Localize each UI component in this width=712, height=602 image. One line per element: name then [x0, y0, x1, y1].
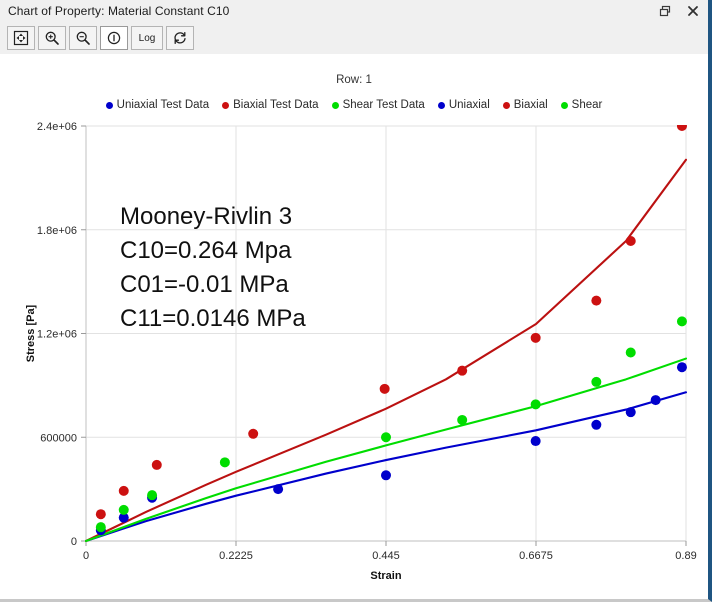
log-scale-label: Log — [138, 32, 156, 44]
data-point — [457, 414, 468, 425]
close-button[interactable] — [684, 2, 702, 20]
data-point — [676, 362, 687, 373]
y-tick-label: 0 — [71, 536, 77, 548]
annotation-line-0: Mooney-Rivlin 3 — [120, 203, 293, 230]
zoom-out-icon — [75, 30, 91, 46]
plot-svg: 0 600000 1.2e+06 1.8e+06 2.4e+06 0 0.2225 0.445… — [25, 121, 697, 582]
info-icon — [106, 30, 122, 46]
data-point — [219, 457, 230, 468]
x-axis-title: Strain — [370, 570, 401, 582]
plot-area[interactable]: 0 600000 1.2e+06 1.8e+06 2.4e+06 0 0.2225 0.445… — [0, 54, 708, 599]
data-point — [625, 235, 636, 246]
data-point — [381, 432, 391, 443]
y-tick-label: 1.2e+06 — [37, 329, 77, 341]
window-title: Chart of Property: Material Constant C10 — [8, 4, 230, 18]
close-icon — [687, 5, 699, 17]
zoom-in-icon — [44, 30, 60, 46]
zoom-in-button[interactable] — [38, 26, 66, 50]
restore-icon — [659, 5, 671, 17]
data-point — [379, 383, 390, 394]
annotation-line-3: C11=0.0146 MPa — [120, 305, 306, 333]
zoom-out-button[interactable] — [69, 26, 97, 50]
data-point — [273, 484, 284, 495]
log-scale-button[interactable]: Log — [131, 26, 163, 50]
chart-panel: Row: 1 Uniaxial Test Data Biaxial Test Da… — [0, 54, 708, 599]
data-point — [95, 509, 106, 520]
data-point — [95, 522, 106, 533]
restore-button[interactable] — [656, 2, 674, 20]
fit-icon — [13, 30, 29, 46]
data-point — [625, 407, 636, 418]
data-point — [530, 436, 541, 447]
data-point — [147, 490, 158, 501]
data-point — [625, 347, 636, 358]
data-point — [530, 399, 541, 410]
info-button[interactable] — [100, 26, 128, 50]
x-tick-label: 0.89 — [675, 550, 696, 562]
x-tick-label: 0.445 — [372, 550, 400, 562]
chart-toolbar: Log — [0, 22, 708, 54]
data-point — [591, 295, 602, 306]
data-point — [248, 428, 259, 439]
data-point — [151, 459, 162, 470]
fit-to-window-button[interactable] — [7, 26, 35, 50]
x-tick-label: 0 — [83, 550, 89, 562]
x-tick-label: 0.6675 — [519, 550, 553, 562]
data-point — [118, 504, 129, 515]
data-point — [381, 470, 391, 481]
y-tick-label: 2.4e+06 — [37, 121, 77, 133]
refresh-icon — [172, 30, 188, 46]
data-point — [676, 316, 687, 327]
data-point — [591, 419, 602, 430]
axis-ticks: 0 600000 1.2e+06 1.8e+06 2.4e+06 0 0.2225 0.445… — [37, 121, 697, 562]
annotation-line-2: C01=-0.01 MPa — [120, 271, 289, 299]
data-point — [457, 365, 468, 376]
annotation-line-1: C10=0.264 Mpa — [120, 237, 292, 265]
y-axis-title: Stress [Pa] — [25, 304, 37, 362]
x-tick-label: 0.2225 — [219, 550, 253, 562]
data-point — [118, 485, 129, 496]
model-annotation: Mooney-Rivlin 3 C10=0.264 Mpa C01=-0.01 … — [120, 200, 306, 336]
y-tick-label: 1.8e+06 — [37, 225, 77, 237]
y-tick-label: 600000 — [40, 432, 77, 444]
data-point — [650, 395, 661, 406]
chart-window: Chart of Property: Material Constant C10 — [0, 0, 712, 602]
window-controls — [656, 2, 708, 20]
data-point — [676, 125, 687, 131]
refresh-button[interactable] — [166, 26, 194, 50]
window-titlebar: Chart of Property: Material Constant C10 — [0, 0, 708, 22]
data-point — [530, 332, 541, 343]
data-point — [591, 376, 602, 387]
